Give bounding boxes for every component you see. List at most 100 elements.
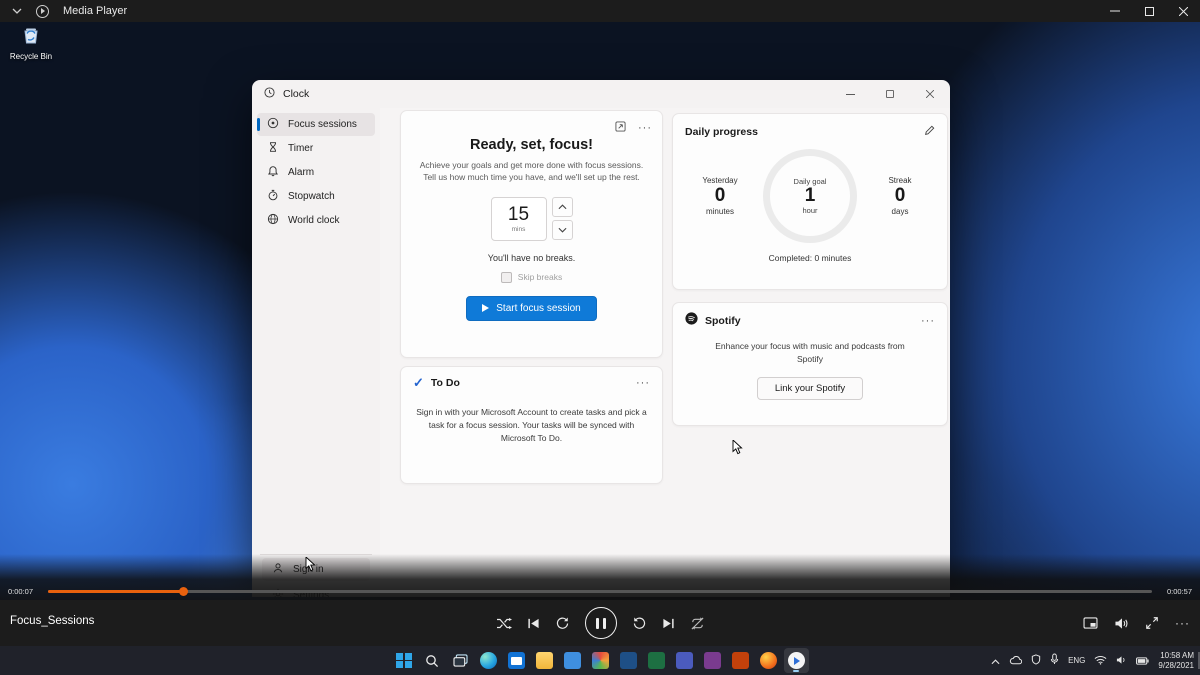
taskbar-app-powerpoint[interactable] bbox=[728, 648, 753, 673]
edit-goal-pencil-icon[interactable] bbox=[924, 123, 935, 141]
spotify-logo-icon bbox=[685, 312, 698, 330]
taskbar-app-mail[interactable] bbox=[504, 648, 529, 673]
sidebar-item-focus-sessions[interactable]: Focus sessions bbox=[257, 113, 375, 136]
taskbar-search-button[interactable] bbox=[420, 648, 445, 673]
minutes-unit: mins bbox=[512, 226, 526, 233]
seek-bar[interactable] bbox=[48, 590, 1152, 593]
breaks-note: You'll have no breaks. bbox=[401, 253, 662, 263]
alarm-bell-icon bbox=[267, 165, 279, 180]
skip-back-button[interactable] bbox=[555, 616, 570, 631]
fullscreen-button[interactable] bbox=[1145, 616, 1159, 630]
sidebar-item-alarm[interactable]: Alarm bbox=[257, 161, 375, 184]
focus-card-more-button[interactable]: ··· bbox=[638, 122, 652, 134]
task-view-icon bbox=[453, 654, 468, 667]
todo-logo-icon: ✓ bbox=[413, 376, 424, 389]
language-indicator[interactable]: ENG bbox=[1068, 656, 1085, 665]
focus-subtitle: Achieve your goals and get more done wit… bbox=[418, 160, 646, 184]
clock-close-button[interactable] bbox=[910, 80, 950, 108]
excel-icon bbox=[648, 652, 665, 669]
minutes-value: 15 bbox=[508, 205, 529, 224]
taskbar-app-firefox[interactable] bbox=[756, 648, 781, 673]
shuffle-button[interactable] bbox=[496, 617, 512, 630]
daily-progress-title: Daily progress bbox=[685, 126, 924, 138]
media-player-titlebar: Media Player bbox=[0, 0, 1200, 22]
tray-clock[interactable]: 10:58 AM 9/28/2021 bbox=[1158, 651, 1194, 671]
clock-main: ··· Ready, set, focus! Achieve your goal… bbox=[380, 108, 950, 597]
taskbar-app-file-explorer[interactable] bbox=[532, 648, 557, 673]
taskbar-app-phone-link[interactable] bbox=[616, 648, 641, 673]
recycle-bin[interactable]: Recycle Bin bbox=[8, 24, 54, 61]
media-player-icon bbox=[788, 652, 805, 669]
security-shield-icon[interactable] bbox=[1031, 652, 1041, 670]
minimize-button[interactable] bbox=[1098, 0, 1132, 22]
taskbar-app-excel[interactable] bbox=[644, 648, 669, 673]
task-view-button[interactable] bbox=[448, 648, 473, 673]
sidebar-item-label: Stopwatch bbox=[288, 191, 335, 202]
minutes-increase-button[interactable] bbox=[552, 197, 573, 217]
taskbar: ENG 10:58 AM 9/28/2021 bbox=[0, 646, 1200, 675]
sidebar-item-world-clock[interactable]: World clock bbox=[257, 209, 375, 232]
tray-chevron-up-icon[interactable] bbox=[991, 652, 1000, 670]
skip-forward-button[interactable] bbox=[632, 616, 647, 631]
start-focus-session-button[interactable]: Start focus session bbox=[466, 296, 596, 321]
player-more-button[interactable]: ··· bbox=[1175, 616, 1190, 630]
mini-player-button[interactable] bbox=[1083, 617, 1098, 629]
taskbar-app-photos[interactable] bbox=[588, 648, 613, 673]
minutes-stepper: 15 mins bbox=[401, 197, 662, 241]
previous-track-button[interactable] bbox=[527, 617, 540, 630]
clock-window: Clock bbox=[252, 80, 950, 597]
tray-date: 9/28/2021 bbox=[1158, 661, 1194, 671]
link-spotify-button[interactable]: Link your Spotify bbox=[757, 377, 863, 400]
stopwatch-icon bbox=[267, 189, 279, 204]
file-explorer-icon bbox=[536, 652, 553, 669]
skip-breaks-checkbox[interactable] bbox=[501, 272, 512, 283]
repeat-off-button[interactable] bbox=[690, 616, 705, 631]
play-icon bbox=[482, 304, 489, 312]
battery-icon[interactable] bbox=[1136, 652, 1149, 670]
minutes-decrease-button[interactable] bbox=[552, 220, 573, 240]
focus-sessions-icon bbox=[267, 117, 279, 132]
total-duration: 0:00:57 bbox=[1160, 587, 1192, 596]
todo-title: To Do bbox=[431, 377, 636, 389]
onedrive-cloud-icon[interactable] bbox=[1009, 652, 1022, 670]
timer-icon bbox=[267, 141, 279, 156]
next-track-button[interactable] bbox=[662, 617, 675, 630]
speaker-icon[interactable] bbox=[1116, 652, 1127, 670]
compact-overlay-icon[interactable] bbox=[615, 119, 626, 137]
volume-button[interactable] bbox=[1114, 617, 1129, 630]
pause-button[interactable] bbox=[585, 607, 617, 639]
video-area: Recycle Bin Clock bbox=[0, 22, 1200, 600]
taskbar-app-teams[interactable] bbox=[672, 648, 697, 673]
start-button[interactable] bbox=[392, 648, 417, 673]
clock-minimize-button[interactable] bbox=[830, 80, 870, 108]
sidebar-item-timer[interactable]: Timer bbox=[257, 137, 375, 160]
mail-icon bbox=[508, 652, 525, 669]
player-control-bar: Focus_Sessions bbox=[0, 600, 1200, 646]
edge-icon bbox=[480, 652, 497, 669]
taskbar-app-store[interactable] bbox=[560, 648, 585, 673]
firefox-icon bbox=[760, 652, 777, 669]
todo-body-text: Sign in with your Microsoft Account to c… bbox=[416, 406, 648, 444]
todo-more-button[interactable]: ··· bbox=[636, 377, 650, 389]
microphone-icon[interactable] bbox=[1050, 652, 1059, 670]
elapsed-time: 0:00:07 bbox=[8, 587, 40, 596]
clock-maximize-button[interactable] bbox=[870, 80, 910, 108]
sidebar-item-stopwatch[interactable]: Stopwatch bbox=[257, 185, 375, 208]
taskbar-app-media-player[interactable] bbox=[784, 648, 809, 673]
world-clock-icon bbox=[267, 213, 279, 228]
wifi-icon[interactable] bbox=[1094, 652, 1107, 670]
seek-thumb[interactable] bbox=[179, 587, 188, 596]
menu-chevron-down-icon[interactable] bbox=[12, 5, 22, 17]
spotify-more-button[interactable]: ··· bbox=[921, 315, 935, 327]
minutes-value-box[interactable]: 15 mins bbox=[491, 197, 547, 241]
taskbar-app-onenote[interactable] bbox=[700, 648, 725, 673]
seek-progress bbox=[48, 590, 184, 593]
close-button[interactable] bbox=[1166, 0, 1200, 22]
clock-app-icon bbox=[264, 87, 275, 101]
maximize-button[interactable] bbox=[1132, 0, 1166, 22]
clock-sidebar: Focus sessions Timer Alarm bbox=[252, 108, 380, 597]
player-overlay: 0:00:07 0:00:57 bbox=[0, 554, 1200, 600]
streak-stat: Streak 0 days bbox=[869, 176, 931, 216]
sidebar-item-label: Alarm bbox=[288, 167, 314, 178]
taskbar-app-edge[interactable] bbox=[476, 648, 501, 673]
